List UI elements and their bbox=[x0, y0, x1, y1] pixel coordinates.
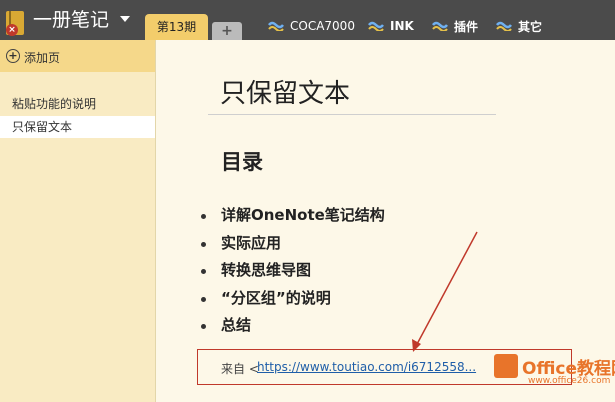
title-bar: × 一册笔记 第13期 + COCA7000 INK 插件 其它 bbox=[0, 0, 615, 40]
chevron-down-icon[interactable] bbox=[120, 16, 130, 22]
section-group-icon bbox=[432, 21, 448, 31]
tab-other[interactable]: 其它 bbox=[496, 17, 542, 35]
watermark-url: www.office26.com bbox=[528, 376, 611, 386]
list-item-text: 总结 bbox=[221, 316, 252, 334]
list-item-text: 实际应用 bbox=[221, 233, 282, 252]
section-group-icon bbox=[368, 21, 384, 31]
list-item[interactable]: 总结 bbox=[201, 312, 385, 340]
tab-label: 其它 bbox=[518, 19, 543, 34]
list-item-text: 详解OneNote笔记结构 bbox=[221, 206, 385, 224]
tab-coca7000[interactable]: COCA7000 bbox=[268, 17, 355, 35]
bullet-icon bbox=[201, 269, 206, 274]
office-logo-icon bbox=[494, 354, 518, 378]
notebook-icon[interactable]: × bbox=[6, 11, 24, 36]
toc-heading[interactable]: 目录 bbox=[221, 146, 263, 176]
notebook-title[interactable]: 一册笔记 bbox=[33, 9, 109, 31]
plus-circle-icon: + bbox=[6, 49, 20, 63]
tab-ink[interactable]: INK bbox=[368, 17, 414, 35]
tab-label: 插件 bbox=[454, 19, 479, 34]
page-item-keep-text[interactable]: 只保留文本 bbox=[0, 116, 155, 138]
list-item[interactable]: 实际应用 bbox=[201, 230, 385, 258]
section-group-icon bbox=[268, 21, 284, 31]
page-title[interactable]: 只保留文本 bbox=[220, 73, 350, 110]
bullet-icon bbox=[201, 296, 206, 302]
source-link[interactable]: https://www.toutiao.com/i6712558... bbox=[257, 360, 476, 374]
bullet-icon bbox=[201, 324, 206, 329]
bullet-icon bbox=[201, 214, 206, 219]
list-item[interactable]: 转换思维导图 bbox=[201, 257, 385, 285]
toc-list: 详解OneNote笔记结构 实际应用 转换思维导图 “分区组”的说明 总结 bbox=[201, 202, 385, 340]
divider bbox=[155, 40, 156, 402]
bullet-icon bbox=[201, 241, 206, 247]
section-group-icon bbox=[496, 21, 512, 31]
page-item-paste-info[interactable]: 粘贴功能的说明 bbox=[0, 93, 155, 115]
add-page-label: 添加页 bbox=[24, 51, 61, 65]
tab-label: INK bbox=[390, 19, 414, 33]
tab-plugins[interactable]: 插件 bbox=[432, 17, 478, 35]
tab-label: COCA7000 bbox=[290, 19, 355, 33]
source-prefix: 来自 < bbox=[221, 362, 259, 376]
add-section-tab[interactable]: + bbox=[212, 22, 242, 40]
list-item-text: 转换思维导图 bbox=[221, 261, 312, 279]
title-underline bbox=[208, 114, 496, 115]
tab-active-section[interactable]: 第13期 bbox=[145, 14, 208, 40]
list-item[interactable]: “分区组”的说明 bbox=[201, 285, 385, 313]
list-item[interactable]: 详解OneNote笔记结构 bbox=[201, 202, 385, 230]
watermark-logo: Office教程网 www.office26.com bbox=[494, 352, 615, 392]
add-page-button[interactable]: + 添加页 bbox=[0, 40, 155, 72]
list-item-text: “分区组”的说明 bbox=[221, 288, 331, 307]
close-icon[interactable]: × bbox=[6, 24, 18, 36]
